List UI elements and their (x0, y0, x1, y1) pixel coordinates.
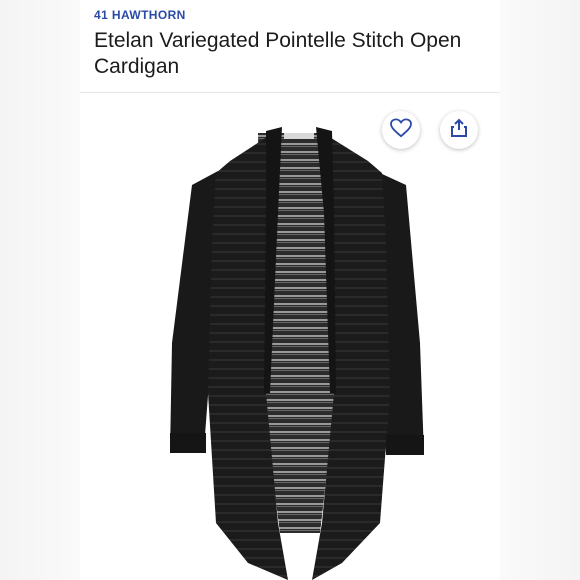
heart-outline-icon (390, 117, 412, 143)
left-margin (0, 0, 80, 580)
favorite-button[interactable] (382, 111, 420, 149)
product-title: Etelan Variegated Pointelle Stitch Open … (94, 29, 462, 78)
share-upload-icon (450, 118, 468, 143)
brand-name[interactable]: 41 HAWTHORN (94, 8, 186, 22)
cardigan-image (170, 127, 424, 580)
right-margin (500, 0, 580, 580)
product-image-area (80, 93, 500, 580)
share-button[interactable] (440, 111, 478, 149)
product-card: 41 HAWTHORN Etelan Variegated Pointelle … (80, 0, 500, 580)
